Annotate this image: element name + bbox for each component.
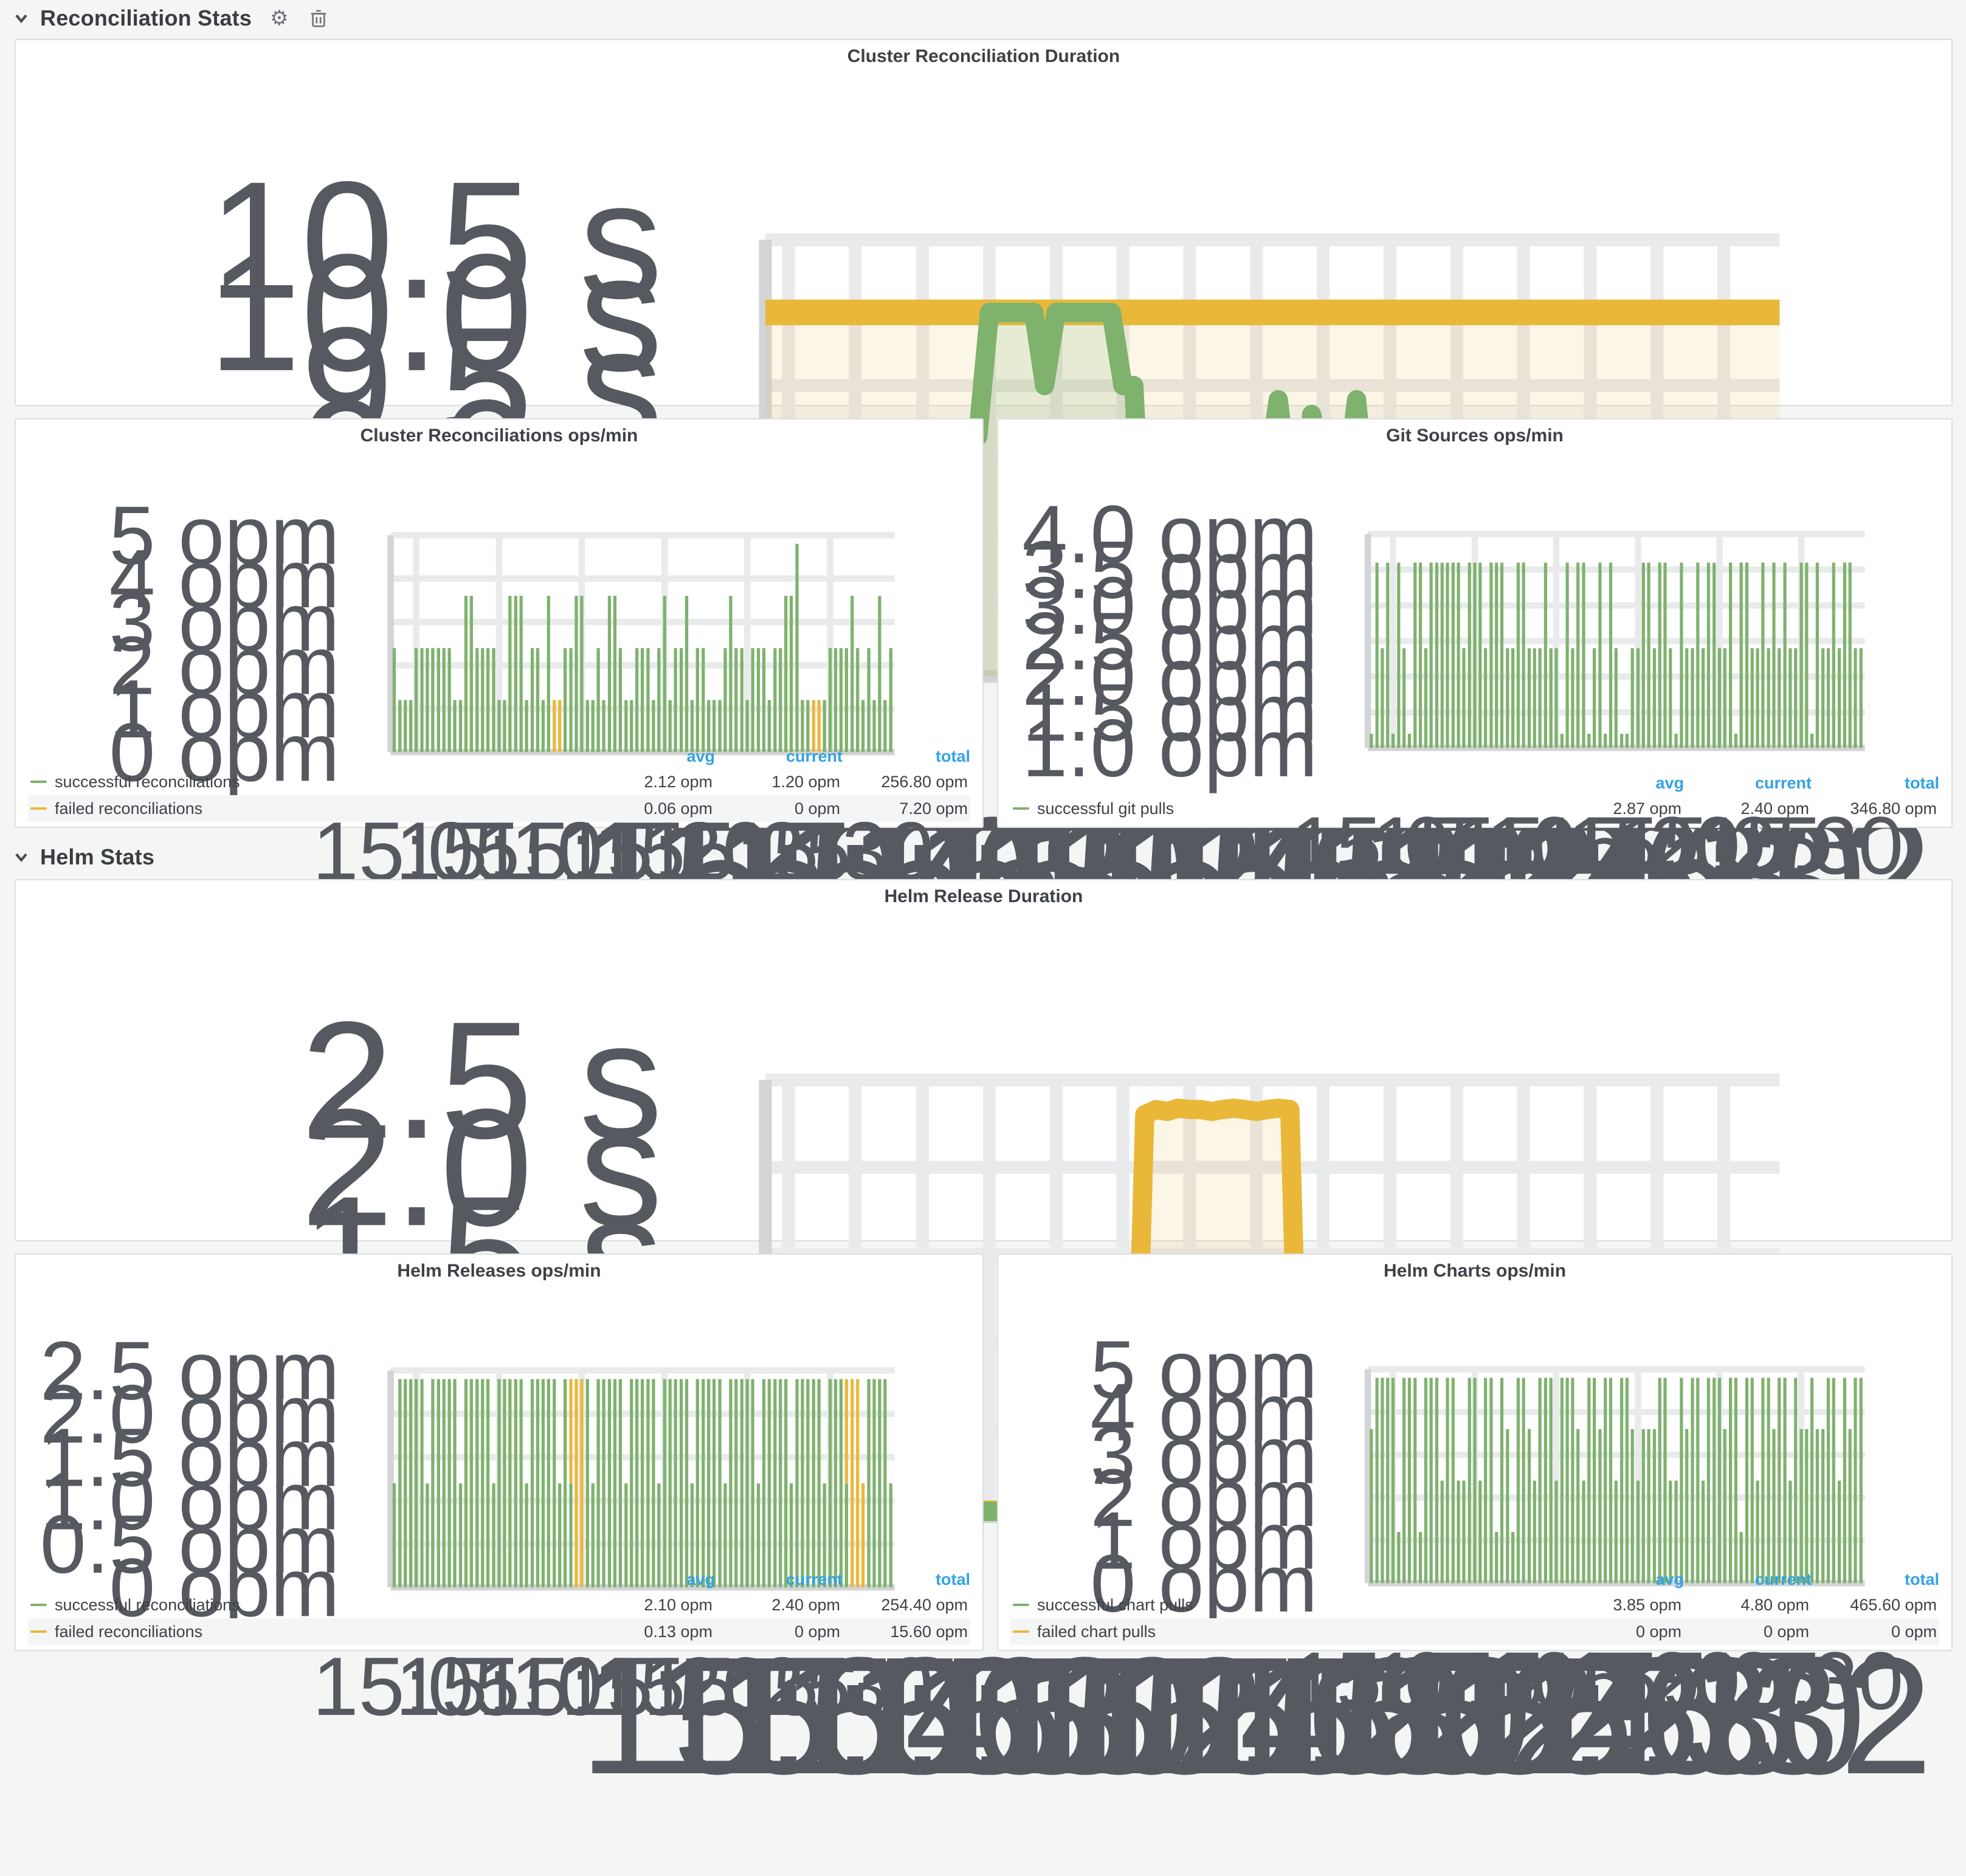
legend-current-value: 0 opm [712,799,840,818]
legend: avg current total successful git pulls 2… [1010,771,1939,822]
svg-text:15:30: 15:30 [726,1640,934,1733]
series-color-dash [30,781,47,783]
legend-col-avg[interactable]: avg [1556,774,1684,793]
legend-row: failed reconciliations 0.13 opm 0 opm 15… [28,1618,970,1645]
legend-header: avg current total [28,1567,970,1591]
legend-col-current[interactable]: current [1684,1570,1812,1589]
legend-series-label[interactable]: failed reconciliations [55,1623,585,1641]
legend-total-value: 15.60 opm [840,1623,968,1641]
legend-current-value: 0 opm [712,1623,840,1641]
legend: avg current total successful reconciliat… [28,744,970,822]
panel-helm-releases-opm: Helm Releases ops/min 0 opm0.5 opm1.0 op… [15,1254,984,1651]
legend-col-total[interactable]: total [843,747,970,766]
legend-header: avg current total [1010,771,1939,795]
panel-helm-charts-opm: Helm Charts ops/min 0 opm1 opm2 opm3 opm… [997,1254,1953,1651]
panel-title[interactable]: Git Sources ops/min [998,419,1951,452]
legend-current-value: 1.20 opm [712,773,840,791]
legend-row: successful reconciliations 2.10 opm 2.40… [28,1591,970,1618]
legend-current-value: 0 opm [1681,1623,1809,1641]
series-color-dash [30,1630,47,1633]
legend-total-value: 256.80 opm [840,773,968,791]
legend-series-label[interactable]: successful chart pulls [1037,1596,1554,1615]
section-title: Reconciliation Stats [40,5,252,31]
legend-series-label[interactable]: successful reconciliations [55,1596,585,1615]
chevron-down-icon [13,10,29,26]
series-color-dash [1013,807,1029,810]
legend-series-label[interactable]: successful git pulls [1037,799,1554,818]
legend-current-value: 2.40 opm [712,1596,840,1615]
legend-avg-value: 0 opm [1554,1623,1681,1641]
legend-current-value: 4.80 opm [1681,1596,1809,1615]
legend-header: avg current total [28,744,970,768]
svg-text:15:30: 15:30 [1699,1635,1904,1726]
svg-text:4.0 opm: 4.0 opm [1022,488,1317,580]
svg-text:5 opm: 5 opm [1091,1323,1318,1415]
series-color-dash [1013,1630,1029,1633]
legend-total-value: 0 opm [1809,1623,1937,1641]
chevron-down-icon [13,849,29,865]
helm-charts-chart[interactable]: 0 opm1 opm2 opm3 opm4 opm5 opm15:0515:10… [1003,1288,1947,1759]
legend-series-label[interactable]: failed reconciliations [55,799,585,818]
legend-row: successful reconciliations 2.12 opm 1.20… [28,768,970,795]
legend-avg-value: 0.13 opm [585,1623,712,1641]
panel-title[interactable]: Cluster Reconciliation Duration [16,40,1951,73]
panel-cluster-reconciliation-duration: Cluster Reconciliation Duration 7.5 s8.0… [15,39,1953,406]
legend-row: successful git pulls 2.87 opm 2.40 opm 3… [1010,795,1939,822]
gear-icon[interactable]: ⚙ [270,6,288,30]
legend-row: failed reconciliations 0.06 opm 0 opm 7.… [28,795,970,822]
legend-total-value: 465.60 opm [1809,1596,1937,1615]
legend-col-avg[interactable]: avg [587,1570,715,1589]
cluster-reconciliations-chart[interactable]: 0 opm1 opm2 opm3 opm4 opm5 opm15:0515:10… [21,452,978,931]
legend-avg-value: 2.87 opm [1554,799,1681,818]
svg-text:2.5 s: 2.5 s [301,987,663,1174]
panel-helm-release-duration: Helm Release Duration 0 ns500 ms1.0 s1.5… [15,879,1953,1241]
legend-col-current[interactable]: current [1684,774,1812,793]
legend-row: failed chart pulls 0 opm 0 opm 0 opm [1010,1618,1939,1645]
trash-icon[interactable] [309,8,328,29]
legend-avg-value: 2.12 opm [585,773,712,791]
series-color-dash [30,1604,47,1606]
svg-text:5 opm: 5 opm [109,489,340,582]
legend-series-label[interactable]: failed chart pulls [1037,1623,1554,1641]
legend-col-avg[interactable]: avg [587,747,715,766]
series-color-dash [1013,1604,1029,1606]
legend: avg current total successful chart pulls… [1010,1567,1939,1645]
panel-title[interactable]: Helm Charts ops/min [998,1255,1951,1288]
legend-total-value: 346.80 opm [1809,799,1937,818]
legend-col-current[interactable]: current [715,1570,843,1589]
legend-avg-value: 2.10 opm [585,1596,712,1615]
legend-avg-value: 0.06 opm [585,799,712,818]
legend: avg current total successful reconciliat… [28,1567,970,1645]
section-header-helm-stats[interactable]: Helm Stats [13,843,154,872]
helm-releases-chart[interactable]: 0 opm0.5 opm1.0 opm1.5 opm2.0 opm2.5 opm… [21,1288,978,1766]
legend-header: avg current total [1010,1567,1939,1591]
panel-title[interactable]: Cluster Reconciliations ops/min [16,419,982,452]
legend-row: successful chart pulls 3.85 opm 4.80 opm… [1010,1591,1939,1618]
svg-text:10.5 s: 10.5 s [208,147,663,334]
series-color-dash [30,807,47,810]
legend-col-current[interactable]: current [715,747,843,766]
panel-title[interactable]: Helm Release Duration [16,880,1951,913]
legend-current-value: 2.40 opm [1681,799,1809,818]
section-header-reconciliation-stats[interactable]: Reconciliation Stats ⚙ [13,4,328,33]
legend-col-total[interactable]: total [843,1570,970,1589]
legend-total-value: 254.40 opm [840,1596,968,1615]
panel-cluster-reconciliations-opm: Cluster Reconciliations ops/min 0 opm1 o… [15,418,984,828]
panel-title[interactable]: Helm Releases ops/min [16,1255,982,1288]
legend-total-value: 7.20 opm [840,799,968,818]
panel-git-sources-opm: Git Sources ops/min 1.0 opm1.5 opm2.0 op… [997,418,1953,828]
legend-series-label[interactable]: successful reconciliations [55,773,585,791]
git-sources-chart[interactable]: 1.0 opm1.5 opm2.0 opm2.5 opm3.0 opm3.5 o… [1003,452,1947,924]
legend-avg-value: 3.85 opm [1554,1596,1681,1615]
svg-text:2.5 opm: 2.5 opm [40,1325,340,1417]
legend-col-total[interactable]: total [1812,774,1939,793]
legend-col-avg[interactable]: avg [1556,1570,1684,1589]
legend-col-total[interactable]: total [1812,1570,1939,1589]
section-title: Helm Stats [40,844,154,870]
